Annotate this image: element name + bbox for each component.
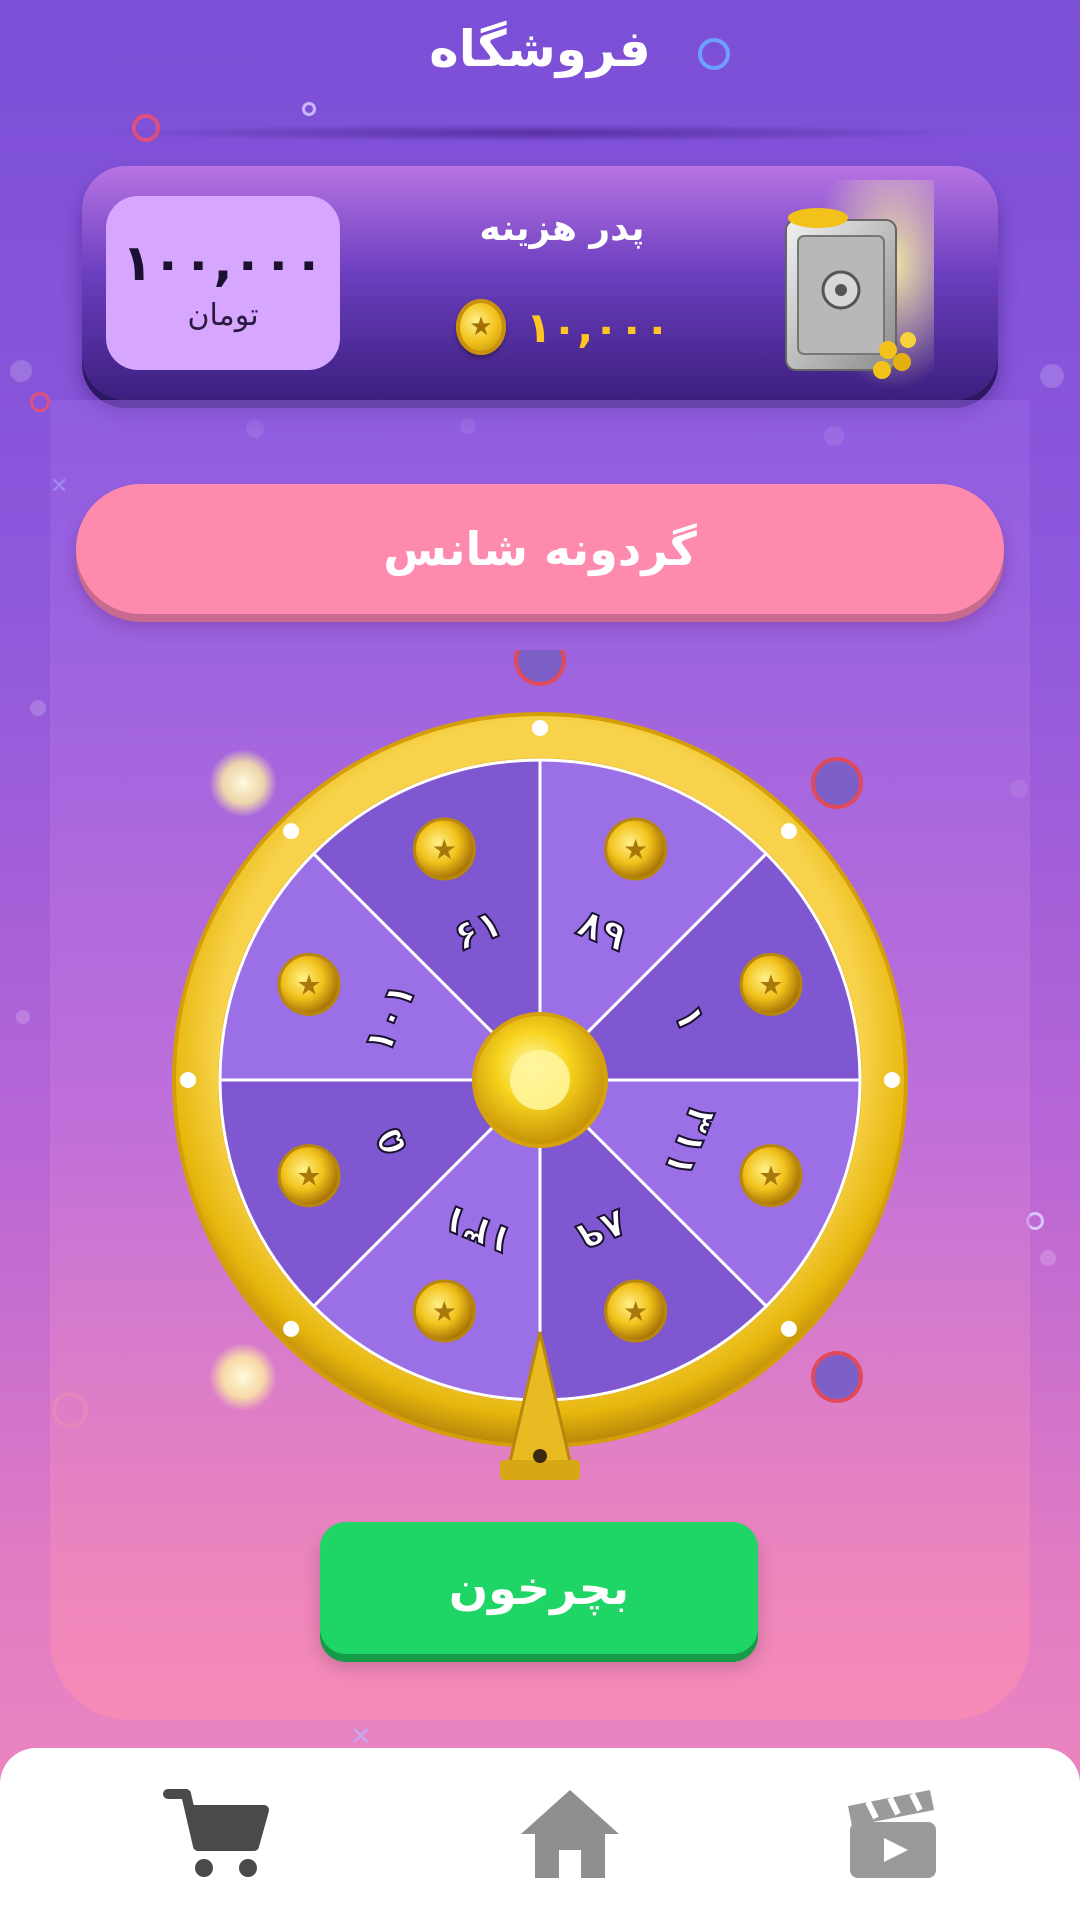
home-icon <box>521 1790 619 1878</box>
offer-coins: ★ ۱۰,۰۰۰ <box>456 294 670 360</box>
rim-light <box>780 823 797 840</box>
star-icon: ★ <box>623 1295 648 1328</box>
spin-button[interactable]: بچرخون <box>320 1522 758 1654</box>
title-divider <box>100 124 980 142</box>
bottom-nav <box>0 1748 1080 1920</box>
rim-light <box>532 720 548 736</box>
rim-light <box>884 1072 900 1088</box>
rim-light <box>180 1072 196 1088</box>
treasure-safe-icon <box>785 180 934 390</box>
nav-home[interactable] <box>515 1784 625 1884</box>
price-value: ۱۰۰,۰۰۰ <box>121 233 325 292</box>
rim-light <box>283 1320 300 1337</box>
balloon-icon <box>514 634 566 686</box>
coin-pack-offer-card[interactable]: ۱۰۰,۰۰۰ تومان پدر هزینه ★ ۱۰,۰۰۰ <box>82 166 998 400</box>
rim-light <box>283 823 300 840</box>
page-title: فروشگاه <box>429 20 651 78</box>
lucky-wheel[interactable]: ★ ۸۹ ★ ۱ ★ ۳۱۱ ★ ۸۹ ★ ۱۳۱ ★ ۵ ★ ۱۰۱ ★ ۶۱ <box>86 634 986 1490</box>
star-icon: ★ <box>296 1160 321 1193</box>
video-clapper-icon <box>848 1790 936 1878</box>
nav-shop[interactable] <box>162 1784 272 1884</box>
nav-videos[interactable] <box>838 1784 948 1884</box>
star-icon: ★ <box>758 968 783 1001</box>
star-icon: ★ <box>296 968 321 1001</box>
offer-name: پدر هزینه <box>479 208 645 249</box>
price-button[interactable]: ۱۰۰,۰۰۰ تومان <box>106 196 340 370</box>
star-icon: ★ <box>758 1160 783 1193</box>
light-bulb-icon <box>209 749 278 818</box>
cart-icon <box>163 1789 269 1877</box>
rim-light <box>780 1320 797 1337</box>
balloon-icon <box>810 1350 863 1403</box>
light-bulb-icon <box>209 1342 278 1411</box>
star-icon: ★ <box>623 833 648 866</box>
coin-icon: ★ <box>456 299 506 355</box>
wheel-title: گردونه شانس <box>76 484 1004 614</box>
star-icon: ★ <box>432 1295 457 1328</box>
balloon-icon <box>810 757 863 810</box>
wheel-graphic: ★۸۹★۱★۳۱۱★۸۹★۱۳۱★۵★ ۱۰۱★۶۱ <box>86 634 986 1480</box>
offer-coin-amount: ۱۰,۰۰۰ <box>526 302 671 352</box>
star-icon: ★ <box>432 833 457 866</box>
price-unit: تومان <box>187 297 259 333</box>
